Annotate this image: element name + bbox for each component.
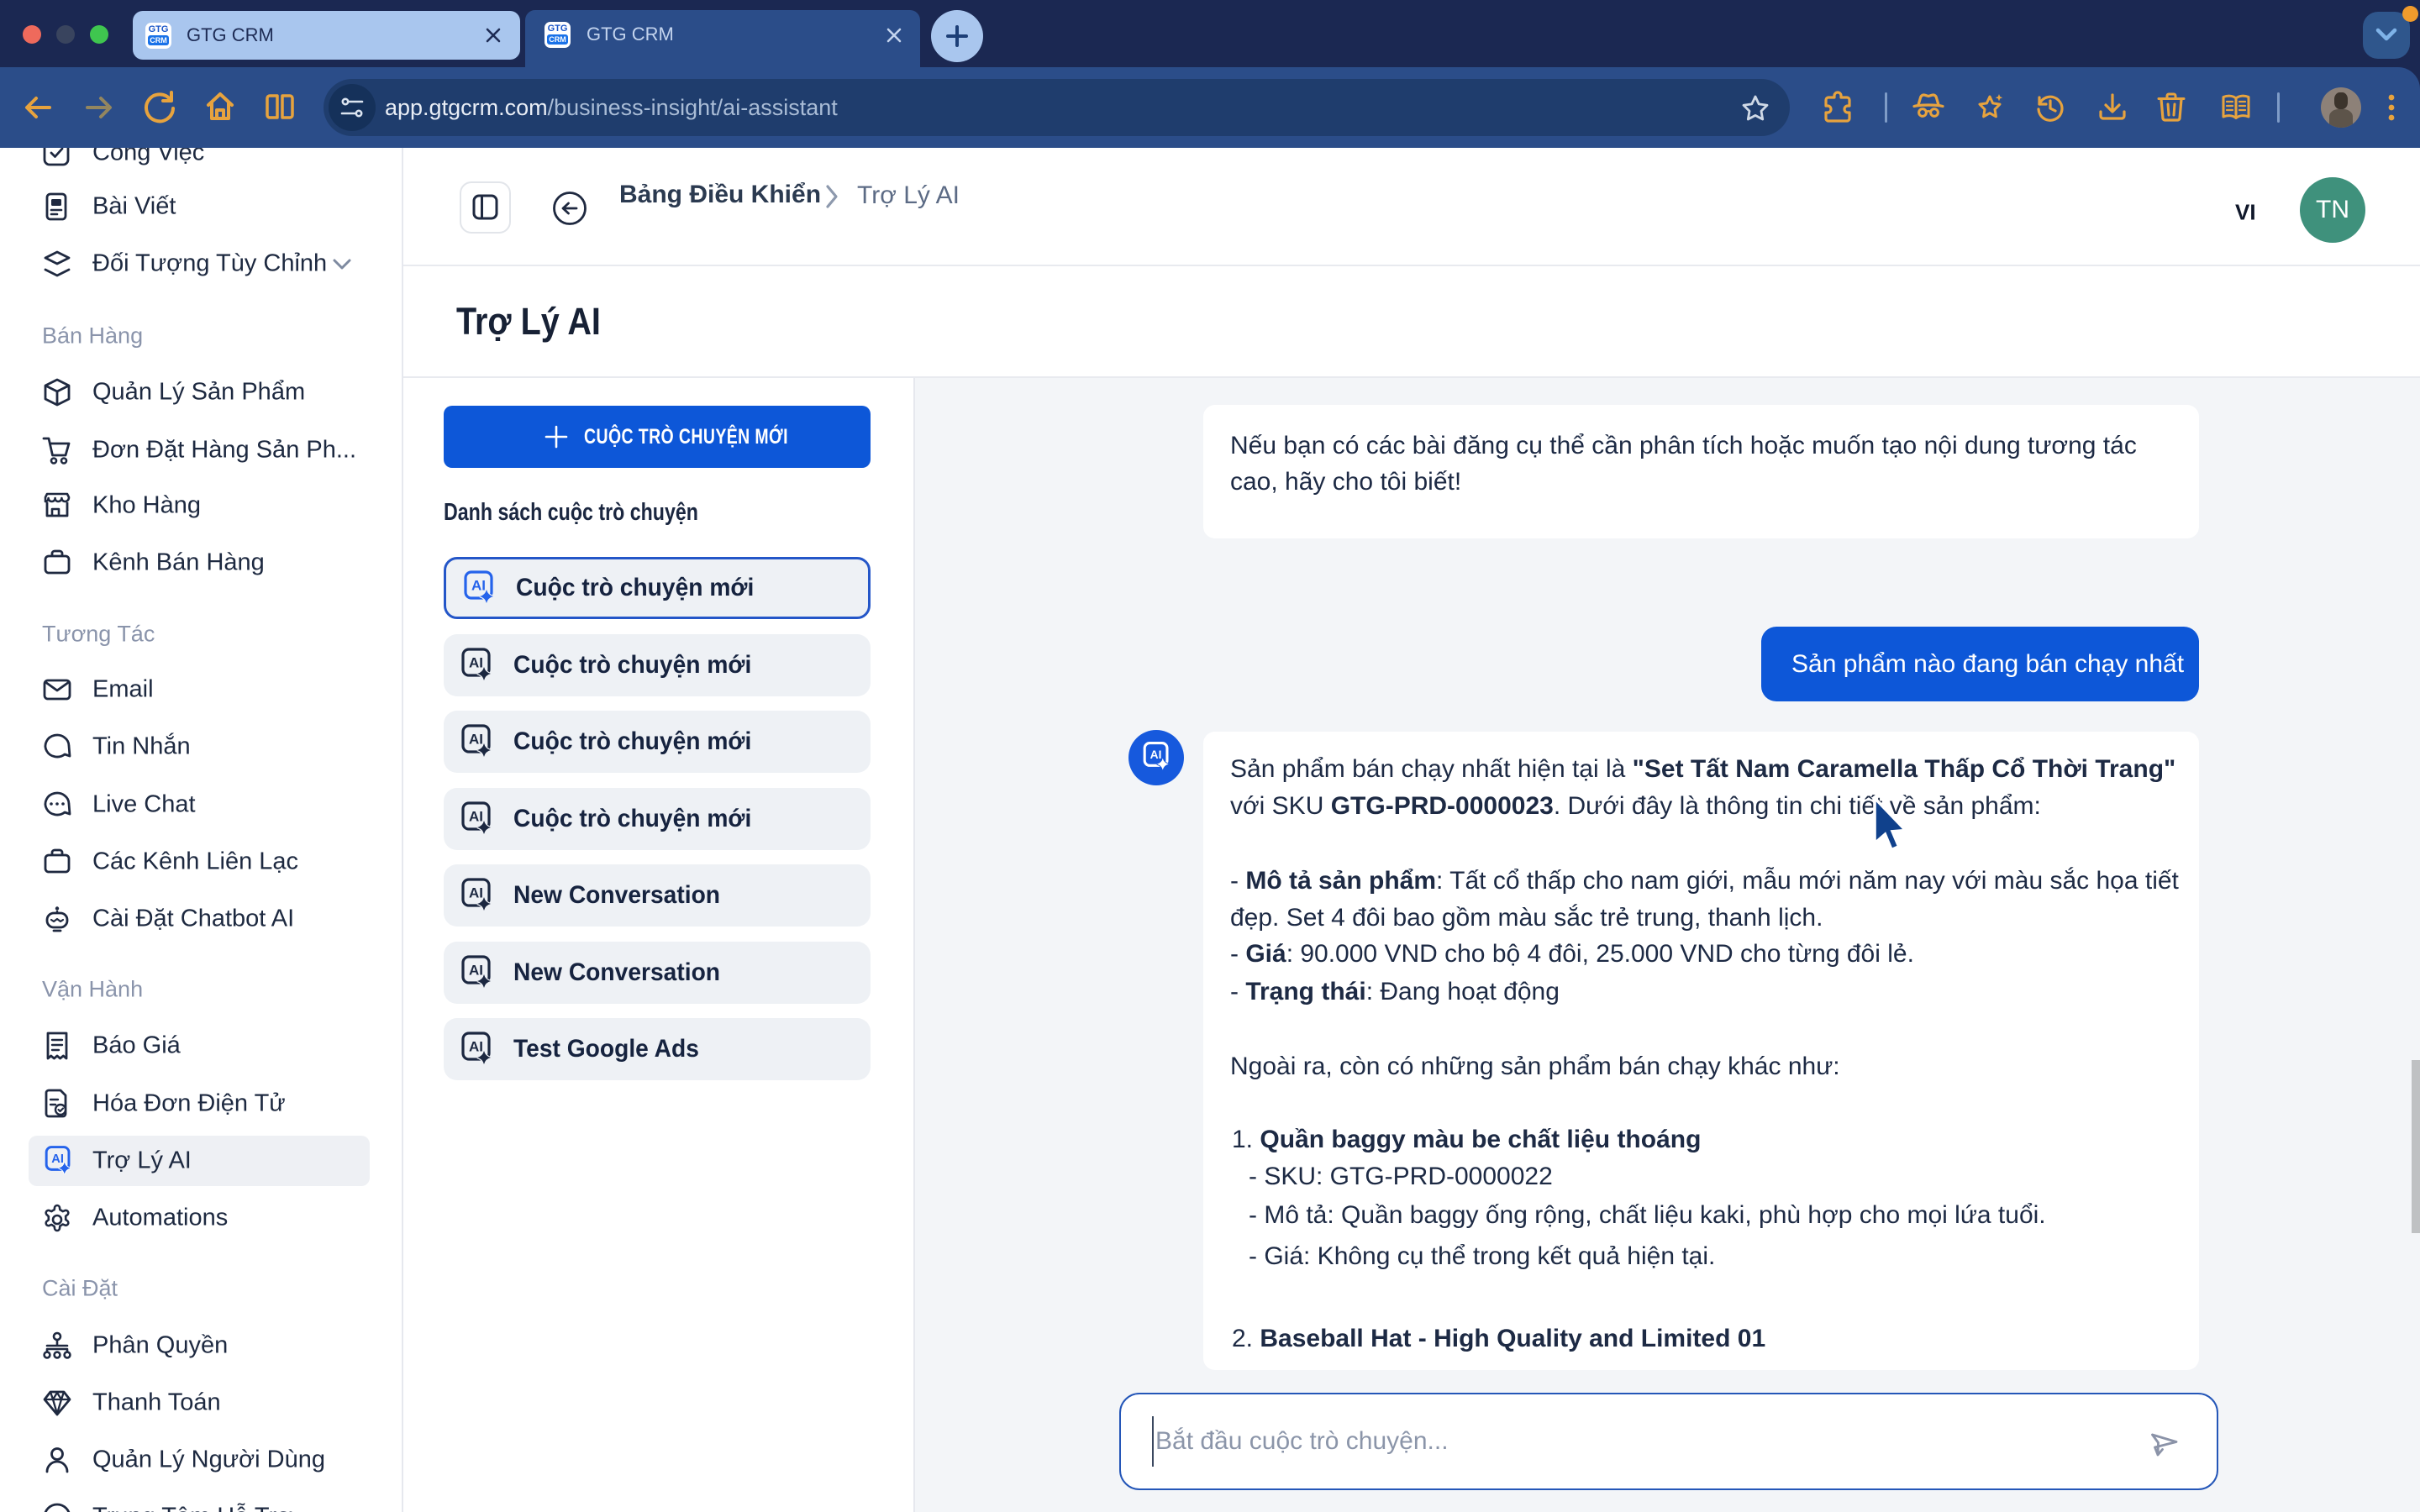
svg-text:AI: AI xyxy=(469,809,483,825)
svg-text:AI: AI xyxy=(469,1039,483,1055)
svg-text:AI: AI xyxy=(469,655,483,671)
svg-text:AI: AI xyxy=(469,963,483,979)
svg-text:AI: AI xyxy=(469,732,483,748)
svg-text:AI: AI xyxy=(1150,748,1162,761)
svg-text:AI: AI xyxy=(51,1152,64,1166)
svg-text:AI: AI xyxy=(469,885,483,901)
svg-text:AI: AI xyxy=(471,578,486,594)
